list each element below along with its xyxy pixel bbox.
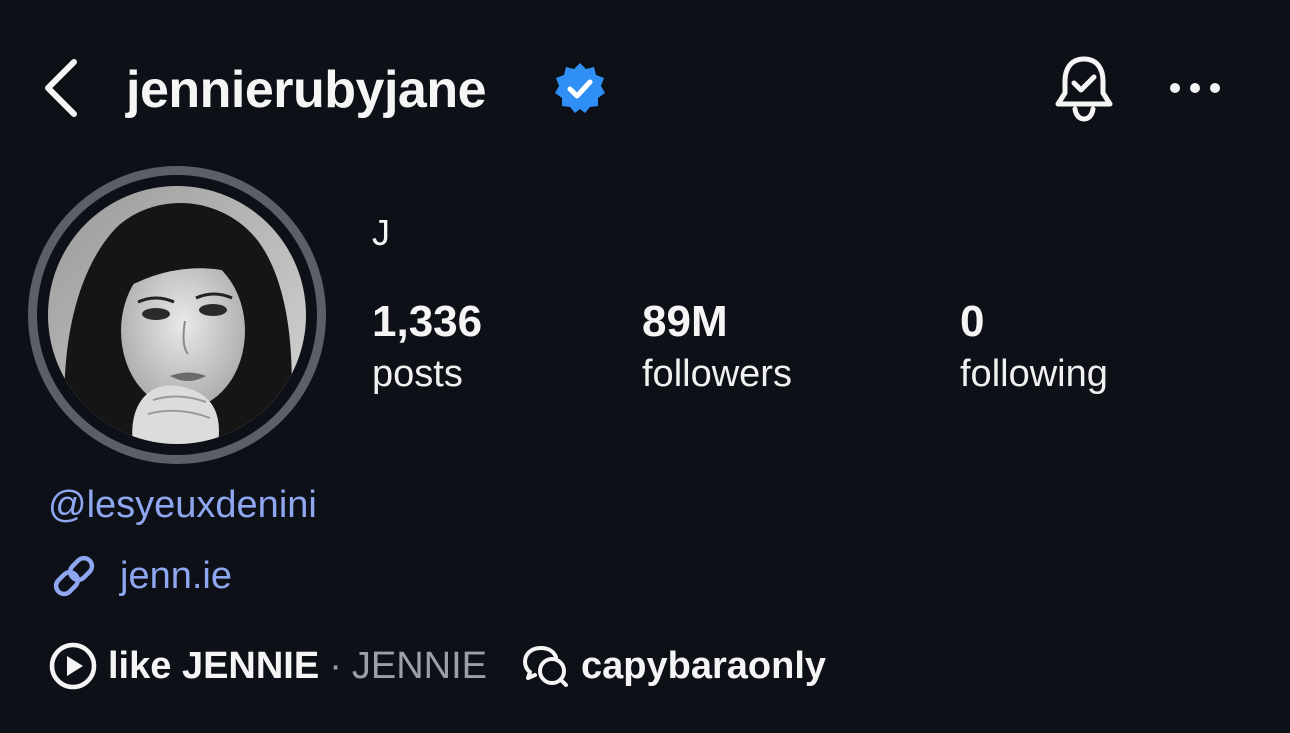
followers-stat[interactable]: 89M followers	[642, 296, 792, 400]
followers-label: followers	[642, 353, 792, 395]
profile-header: jennierubyjane	[0, 0, 1290, 180]
display-name: J	[372, 212, 390, 253]
threads-link[interactable]: capybaraonly	[521, 642, 826, 690]
bell-check-icon	[1055, 56, 1113, 122]
profile-extras-row: like JENNIE · JENNIE capybaraonly	[48, 638, 826, 694]
posts-stat[interactable]: 1,336 posts	[372, 296, 482, 400]
music-song-title: like JENNIE	[108, 644, 320, 687]
more-horizontal-icon	[1170, 83, 1220, 93]
website-link-text: jenn.ie	[120, 554, 232, 597]
chevron-left-icon	[45, 59, 77, 117]
avatar-image	[48, 186, 306, 444]
music-artist: JENNIE	[351, 644, 488, 687]
more-options-button[interactable]	[1160, 62, 1230, 114]
profile-music[interactable]: like JENNIE · JENNIE	[48, 641, 487, 691]
bio-mention-link[interactable]: @lesyeuxdenini	[48, 484, 317, 527]
threads-handle: capybaraonly	[581, 644, 827, 687]
profile-username: jennierubyjane	[126, 61, 487, 119]
verified-badge-icon	[555, 63, 605, 113]
threads-icon	[523, 646, 569, 687]
play-circle-icon	[49, 642, 97, 690]
following-label: following	[960, 353, 1108, 395]
following-stat[interactable]: 0 following	[960, 296, 1108, 400]
followers-count: 89M	[642, 297, 728, 346]
posts-label: posts	[372, 353, 463, 395]
notifications-button[interactable]	[1046, 50, 1122, 126]
avatar-gap	[37, 175, 317, 455]
posts-count: 1,336	[372, 297, 483, 346]
music-separator: ·	[329, 644, 342, 687]
profile-avatar[interactable]	[28, 166, 326, 464]
link-icon	[53, 555, 95, 597]
back-button[interactable]	[30, 52, 90, 124]
following-count: 0	[960, 297, 985, 346]
website-link[interactable]: jenn.ie	[48, 548, 232, 604]
